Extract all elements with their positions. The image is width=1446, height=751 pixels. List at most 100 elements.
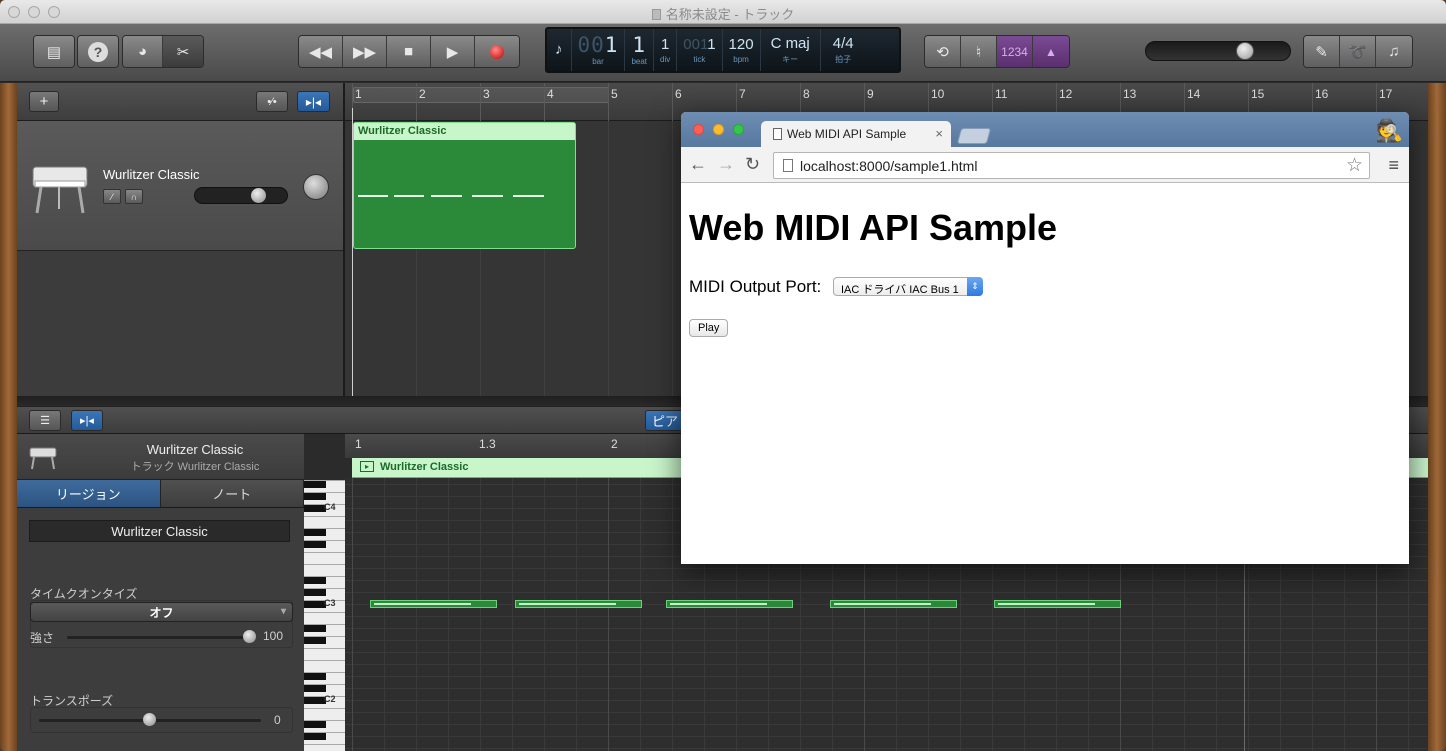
tab-note[interactable]: ノート	[160, 480, 304, 507]
black-key[interactable]	[304, 589, 326, 596]
playhead[interactable]	[352, 108, 353, 396]
midi-note[interactable]	[666, 600, 793, 608]
record-button[interactable]	[475, 36, 519, 67]
lcd-div-value: 1	[660, 36, 670, 53]
cycle-icon: ⟲	[936, 43, 949, 61]
editor-inspector-button[interactable]: ☰	[29, 410, 61, 431]
black-key[interactable]	[304, 541, 326, 548]
piano-roll-row-line	[345, 712, 1428, 713]
midi-note[interactable]	[515, 600, 642, 608]
black-key[interactable]	[304, 601, 326, 608]
master-volume-knob[interactable]	[1236, 42, 1254, 60]
tuner-button[interactable]: ♮	[961, 36, 997, 67]
cycle-region[interactable]	[353, 87, 609, 103]
editors-button[interactable]: ✂	[163, 36, 203, 67]
catch-button[interactable]: ▸|◂	[297, 91, 330, 112]
pan-knob[interactable]	[303, 174, 329, 200]
back-icon[interactable]: ←	[689, 154, 707, 175]
solo-button[interactable]: ∩	[125, 189, 143, 204]
region-name-field[interactable]: Wurlitzer Classic	[29, 520, 290, 542]
lcd-key-cell[interactable]: C maj キー	[761, 29, 821, 71]
browser-tab[interactable]: Web MIDI API Sample ×	[761, 121, 951, 147]
transpose-slider[interactable]	[39, 713, 261, 726]
ruler-bar-number: 12	[1059, 87, 1073, 101]
forward-icon[interactable]: →	[717, 154, 735, 175]
black-key[interactable]	[304, 685, 326, 692]
plus-icon: +	[39, 93, 49, 110]
transport-group: ◀◀ ▶▶ ■ ▶	[298, 35, 520, 68]
editor-inspector: Wurlitzer Classic トラック Wurlitzer Classic…	[17, 434, 304, 751]
lcd-tempo-cell[interactable]: 120 bpm	[723, 29, 761, 71]
play-icon: ▶	[446, 43, 459, 61]
track-header-row[interactable]: Wurlitzer Classic ⁄ ∩	[17, 121, 343, 251]
bookmark-star-icon[interactable]: ☆	[1346, 154, 1363, 177]
fast-forward-button[interactable]: ▶▶	[343, 36, 387, 67]
record-icon	[490, 44, 504, 59]
black-key[interactable]	[304, 637, 326, 644]
piano-roll-row-line	[345, 736, 1428, 737]
midi-note[interactable]	[370, 600, 497, 608]
play-midi-button[interactable]: Play	[689, 319, 729, 337]
black-key[interactable]	[304, 505, 326, 512]
black-key[interactable]	[304, 577, 326, 584]
black-key[interactable]	[304, 697, 326, 704]
rewind-icon: ◀◀	[308, 43, 333, 61]
metronome-button[interactable]: ▲	[1033, 36, 1069, 67]
lcd-display[interactable]: ♪ 001 bar 1 beat 1 div 0011 tick 120 bpm	[545, 27, 901, 73]
browser-zoom-button[interactable]	[733, 124, 744, 135]
address-bar[interactable]: localhost:8000/sample1.html ☆	[773, 152, 1370, 179]
piano-keyboard[interactable]: C4 C3 C2	[304, 480, 345, 751]
lcd-tick-value: 1	[707, 36, 716, 53]
time-quantize-popup[interactable]: オフ ▾	[30, 602, 293, 622]
rewind-button[interactable]: ◀◀	[299, 36, 343, 67]
smart-controls-icon: ◕	[137, 43, 148, 60]
piano-roll-ruler-label: 1.3	[479, 437, 496, 451]
lcd-bpm-label: bpm	[733, 55, 749, 64]
piano-roll-column-line	[544, 478, 545, 751]
midi-note[interactable]	[994, 600, 1121, 608]
editor-catch-button[interactable]: ▸|◂	[71, 410, 103, 431]
menu-icon[interactable]: ≡	[1388, 155, 1399, 176]
count-in-button[interactable]: 1234	[997, 36, 1033, 67]
transpose-knob[interactable]	[143, 713, 156, 726]
tab-close-icon[interactable]: ×	[935, 126, 943, 141]
midi-output-select[interactable]: IAC ドライバ IAC Bus 1 ⇕	[833, 277, 983, 296]
tab-region[interactable]: リージョン	[17, 480, 161, 507]
new-tab-button[interactable]	[956, 128, 992, 144]
black-key[interactable]	[304, 493, 326, 500]
master-volume-slider[interactable]	[1145, 41, 1291, 61]
smart-controls-button[interactable]: ◕	[123, 36, 163, 67]
black-key[interactable]	[304, 625, 326, 632]
midi-region[interactable]: Wurlitzer Classic	[353, 122, 576, 249]
browser-close-button[interactable]	[693, 124, 704, 135]
black-key[interactable]	[304, 721, 326, 728]
library-button[interactable]: ▤	[34, 36, 74, 67]
track-volume-slider[interactable]	[194, 187, 288, 204]
lcd-div-label: div	[660, 55, 671, 64]
add-track-button[interactable]: +	[29, 91, 59, 112]
lcd-signature-cell[interactable]: 4/4 拍子	[821, 29, 866, 71]
midi-note[interactable]	[830, 600, 957, 608]
media-browser-button[interactable]: ♫	[1376, 36, 1412, 67]
cycle-button[interactable]: ⟲	[925, 36, 961, 67]
black-key[interactable]	[304, 733, 326, 740]
help-button[interactable]: ?	[78, 36, 118, 67]
browser-minimize-button[interactable]	[713, 124, 724, 135]
play-button[interactable]: ▶	[431, 36, 475, 67]
metronome-icon: ▲	[1045, 44, 1057, 59]
track-volume-knob[interactable]	[251, 188, 266, 203]
black-key[interactable]	[304, 673, 326, 680]
piano-roll-column-line	[608, 478, 609, 751]
strength-slider[interactable]	[67, 630, 256, 643]
midi-output-value: IAC ドライバ IAC Bus 1	[841, 284, 959, 296]
strength-knob[interactable]	[243, 630, 256, 643]
notepad-button[interactable]: ✎	[1304, 36, 1340, 67]
automation-button[interactable]: •⁄•	[256, 91, 288, 112]
mute-button[interactable]: ⁄	[103, 189, 121, 204]
loop-browser-button[interactable]: ➰	[1340, 36, 1376, 67]
reload-icon[interactable]: ↻	[745, 154, 760, 175]
black-key[interactable]	[304, 481, 326, 488]
black-key[interactable]	[304, 529, 326, 536]
stop-button[interactable]: ■	[387, 36, 431, 67]
piano-roll-tab[interactable]: ピア	[645, 410, 685, 431]
